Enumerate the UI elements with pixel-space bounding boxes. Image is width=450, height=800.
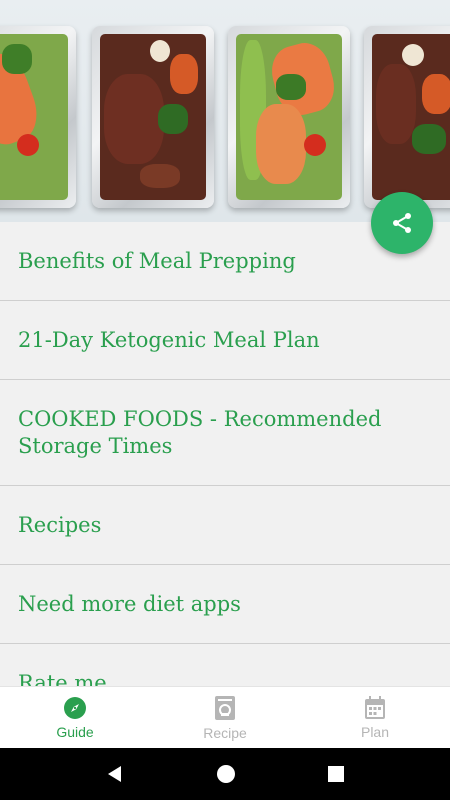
tab-label: Recipe (203, 724, 247, 741)
system-navigation-bar (0, 748, 450, 800)
menu-item-label: Recipes (18, 512, 102, 537)
bottom-navigation: Guide Recipe Plan (0, 686, 450, 748)
guide-menu-list: Benefits of Meal Prepping 21-Day Ketogen… (0, 222, 450, 723)
calendar-icon (365, 695, 385, 719)
menu-item-storage-times[interactable]: COOKED FOODS - Recommended Storage Times (0, 380, 450, 486)
meal-tray (364, 26, 450, 208)
menu-item-label: Need more diet apps (18, 591, 241, 616)
menu-item-diet-apps[interactable]: Need more diet apps (0, 565, 450, 644)
share-button[interactable] (371, 192, 433, 254)
hero-banner-image (0, 0, 450, 222)
menu-item-label: 21-Day Ketogenic Meal Plan (18, 327, 320, 352)
tab-guide[interactable]: Guide (0, 687, 150, 748)
menu-item-label: Benefits of Meal Prepping (18, 248, 296, 273)
tab-label: Guide (56, 723, 94, 740)
home-icon[interactable] (216, 764, 236, 784)
tab-plan[interactable]: Plan (300, 687, 450, 748)
menu-item-recipes[interactable]: Recipes (0, 486, 450, 565)
meal-tray (92, 26, 214, 208)
compass-icon (64, 696, 86, 719)
menu-item-keto-plan[interactable]: 21-Day Ketogenic Meal Plan (0, 301, 450, 380)
recents-icon[interactable] (327, 765, 345, 783)
meal-tray (0, 26, 76, 208)
back-icon[interactable] (105, 764, 125, 784)
meal-tray (228, 26, 350, 208)
share-icon (393, 213, 411, 233)
recipe-book-icon (215, 695, 235, 720)
tab-label: Plan (360, 723, 390, 740)
menu-item-label: COOKED FOODS - Recommended Storage Times (18, 406, 382, 458)
tab-recipe[interactable]: Recipe (150, 687, 300, 748)
